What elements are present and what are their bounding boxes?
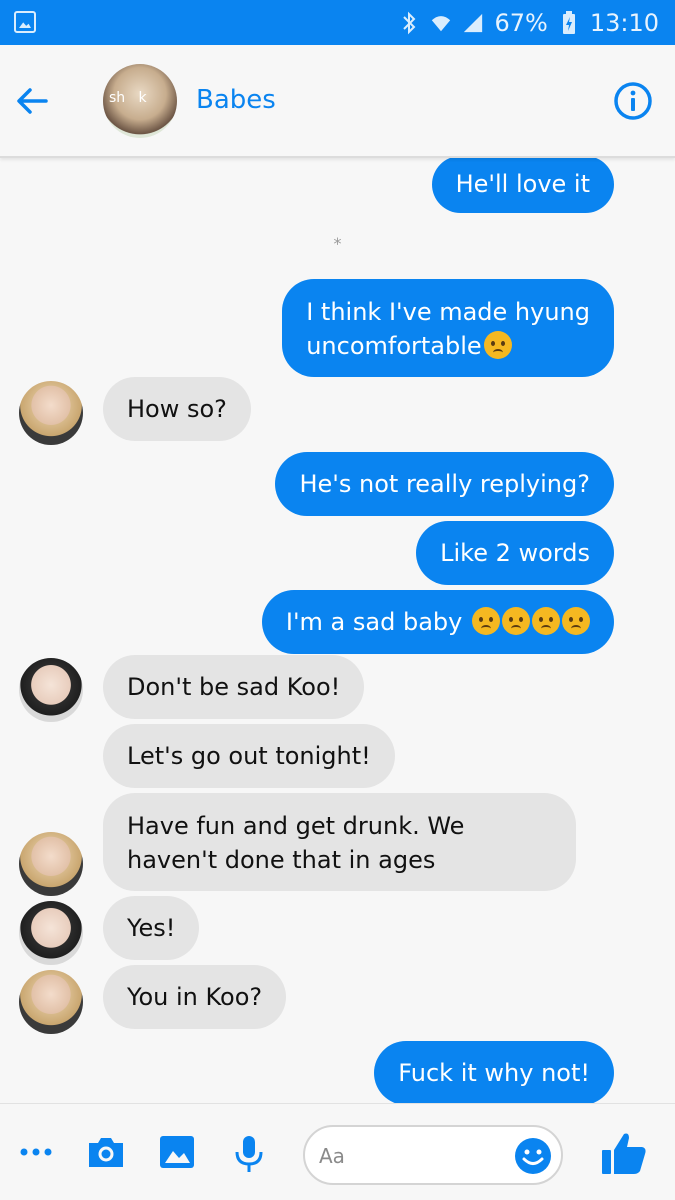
message-bubble-incoming[interactable]: Yes! <box>103 896 200 960</box>
signal-icon <box>464 13 483 33</box>
emoji-icon[interactable] <box>513 1136 553 1176</box>
message-bubble-incoming[interactable]: You in Koo? <box>103 965 287 1029</box>
contact-avatar[interactable]: sh k <box>103 64 177 138</box>
status-indicators: 67% 13:10 <box>398 8 659 38</box>
battery-percent: 67% <box>494 9 548 37</box>
message-text: I think I've made hyung uncomfortable <box>306 298 590 360</box>
message-composer <box>0 1103 675 1200</box>
message-text: I'm a sad baby <box>285 608 463 636</box>
participant-avatar[interactable] <box>19 970 83 1034</box>
gallery-icon[interactable] <box>158 1134 196 1170</box>
message-bubble-incoming[interactable]: How so? <box>103 377 251 441</box>
participant-avatar[interactable] <box>19 381 83 445</box>
message-list[interactable]: He'll love it * I think I've made hyung … <box>0 158 675 1103</box>
battery-charging-icon <box>562 11 575 34</box>
participant-avatar[interactable] <box>19 901 83 965</box>
info-icon[interactable] <box>613 81 653 121</box>
back-arrow-icon[interactable] <box>14 83 50 119</box>
participant-avatar[interactable] <box>19 658 83 722</box>
message-bubble-outgoing[interactable]: I think I've made hyung uncomfortable <box>282 279 614 377</box>
microphone-icon[interactable] <box>232 1134 266 1174</box>
bluetooth-icon <box>403 11 416 35</box>
message-input-container[interactable] <box>303 1125 563 1185</box>
avatar-overlay-text: sh k <box>109 90 147 106</box>
worried-emoji-icon <box>532 607 560 635</box>
conversation-title[interactable]: Babes <box>196 85 276 115</box>
message-bubble-outgoing[interactable]: Fuck it why not! <box>374 1041 614 1103</box>
message-bubble-incoming[interactable]: Don't be sad Koo! <box>103 655 365 719</box>
worried-emoji-icon <box>472 607 500 635</box>
conversation-timestamp: * <box>333 234 342 253</box>
participant-avatar[interactable] <box>19 832 83 896</box>
message-bubble-incoming[interactable]: Let's go out tonight! <box>103 724 395 788</box>
gallery-notification-icon <box>14 11 36 33</box>
worried-emoji-icon <box>483 331 512 359</box>
message-input[interactable] <box>319 1139 509 1173</box>
message-bubble-outgoing[interactable]: Like 2 words <box>416 521 614 585</box>
message-bubble-outgoing[interactable]: I'm a sad baby <box>261 590 614 654</box>
worried-emoji-icon <box>502 607 530 635</box>
more-icon[interactable] <box>18 1134 54 1170</box>
wifi-icon <box>432 16 451 32</box>
clock: 13:10 <box>589 9 659 37</box>
message-bubble-outgoing[interactable]: He'll love it <box>431 158 614 213</box>
worried-emoji-icon <box>562 607 590 635</box>
thumbs-up-icon[interactable] <box>600 1130 648 1176</box>
camera-icon[interactable] <box>86 1134 126 1170</box>
status-bar: 67% 13:10 <box>0 0 675 45</box>
message-bubble-incoming[interactable]: Have fun and get drunk. We haven't done … <box>103 793 576 891</box>
conversation-header: sh k Babes <box>0 45 675 158</box>
message-bubble-outgoing[interactable]: He's not really replying? <box>275 452 614 516</box>
